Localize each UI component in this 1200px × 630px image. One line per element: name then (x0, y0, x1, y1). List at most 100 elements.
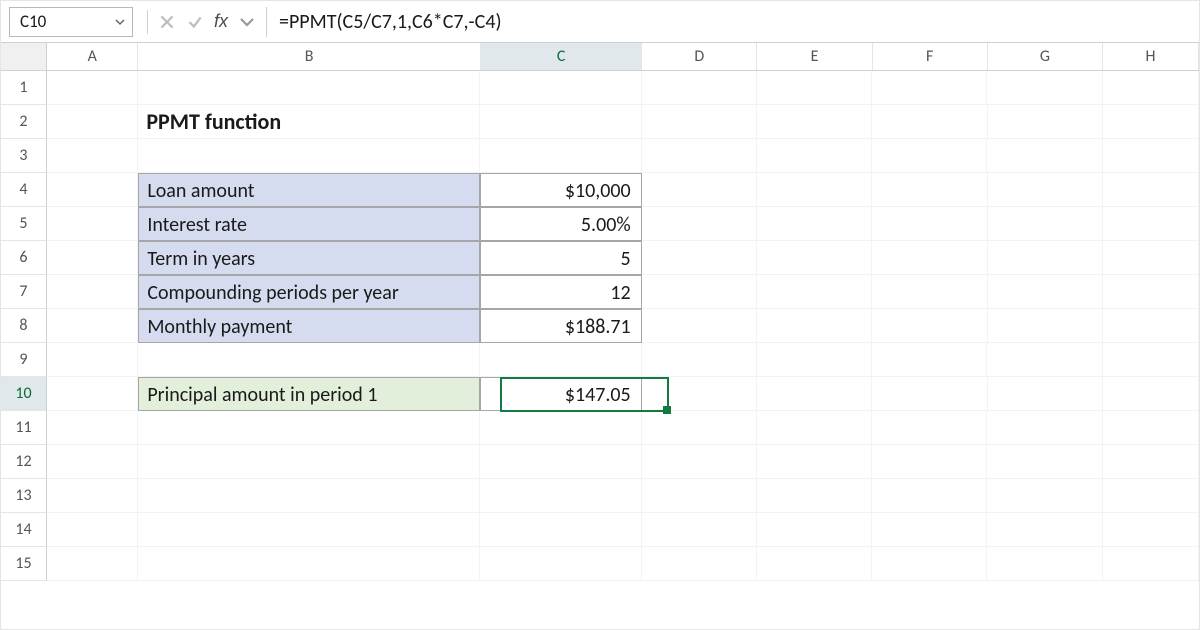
cell[interactable] (642, 377, 757, 411)
cell[interactable] (642, 105, 757, 139)
cell[interactable] (642, 343, 757, 377)
cell[interactable] (138, 547, 480, 581)
cell[interactable] (988, 105, 1103, 139)
cell[interactable] (757, 71, 872, 105)
cell[interactable] (1103, 411, 1199, 445)
cell[interactable] (47, 309, 138, 343)
column-header[interactable]: E (757, 43, 872, 70)
cell[interactable] (987, 513, 1102, 547)
cell[interactable] (138, 479, 480, 513)
row-header[interactable]: 2 (1, 105, 47, 139)
cell[interactable] (872, 343, 987, 377)
cell[interactable] (138, 139, 480, 173)
cell[interactable] (872, 173, 987, 207)
cell[interactable] (480, 343, 641, 377)
name-box[interactable]: C10 (9, 7, 133, 37)
cell[interactable] (872, 445, 987, 479)
cell[interactable] (138, 411, 480, 445)
cell[interactable] (1103, 139, 1199, 173)
table-value[interactable]: 5 (480, 241, 641, 275)
cell[interactable] (757, 241, 872, 275)
cell[interactable] (988, 241, 1103, 275)
cell[interactable] (987, 139, 1102, 173)
cell[interactable] (988, 275, 1103, 309)
row-header[interactable]: 12 (1, 445, 47, 479)
cell[interactable] (872, 547, 987, 581)
cell[interactable] (642, 445, 757, 479)
cell[interactable] (138, 513, 480, 547)
cell[interactable] (757, 105, 872, 139)
cell[interactable] (47, 173, 138, 207)
cell[interactable] (987, 343, 1102, 377)
cell[interactable] (872, 275, 987, 309)
cell[interactable] (872, 513, 987, 547)
row-header[interactable]: 8 (1, 309, 47, 343)
row-header[interactable]: 10 (1, 377, 47, 411)
cell[interactable] (47, 207, 138, 241)
cell[interactable] (642, 275, 757, 309)
cell[interactable] (988, 309, 1103, 343)
cell[interactable] (872, 207, 987, 241)
cell[interactable] (757, 547, 872, 581)
cell[interactable] (642, 411, 757, 445)
row-header[interactable]: 9 (1, 343, 47, 377)
cell[interactable] (988, 207, 1103, 241)
cell[interactable] (1103, 309, 1199, 343)
column-header[interactable]: A (47, 43, 138, 70)
cell[interactable] (47, 71, 138, 105)
cell[interactable] (872, 479, 987, 513)
row-header[interactable]: 6 (1, 241, 47, 275)
cancel-icon[interactable] (158, 13, 176, 31)
cell[interactable] (872, 309, 987, 343)
cell[interactable] (872, 241, 987, 275)
cell[interactable] (480, 139, 641, 173)
cell[interactable] (872, 411, 987, 445)
column-header[interactable]: B (138, 43, 481, 70)
cell[interactable] (1103, 445, 1199, 479)
row-header[interactable]: 7 (1, 275, 47, 309)
cell[interactable] (47, 445, 138, 479)
cell[interactable] (47, 377, 138, 411)
table-label[interactable]: Term in years (138, 241, 480, 275)
column-header[interactable]: H (1103, 43, 1199, 70)
cell[interactable] (1103, 105, 1199, 139)
cell[interactable] (1103, 513, 1199, 547)
cell[interactable] (642, 71, 757, 105)
row-header[interactable]: 15 (1, 547, 47, 581)
table-value[interactable]: $10,000 (480, 173, 641, 207)
result-value[interactable]: $147.05 (480, 377, 641, 411)
cell[interactable] (757, 207, 872, 241)
cell[interactable] (47, 479, 138, 513)
table-value[interactable]: 12 (480, 275, 641, 309)
cell[interactable] (757, 343, 872, 377)
chevron-down-icon[interactable] (114, 16, 126, 28)
cell[interactable] (480, 105, 641, 139)
cell[interactable] (757, 173, 872, 207)
cell[interactable] (480, 479, 641, 513)
cell[interactable] (757, 139, 872, 173)
column-header[interactable]: G (988, 43, 1103, 70)
column-header[interactable]: D (642, 43, 757, 70)
cell[interactable] (47, 241, 138, 275)
cell[interactable] (642, 479, 757, 513)
table-value[interactable]: 5.00% (480, 207, 641, 241)
cell[interactable] (757, 275, 872, 309)
cell[interactable] (47, 411, 138, 445)
cell[interactable] (987, 411, 1102, 445)
cell[interactable] (642, 241, 757, 275)
cell[interactable] (1103, 479, 1199, 513)
row-header[interactable]: 13 (1, 479, 47, 513)
cell[interactable] (138, 445, 480, 479)
row-header[interactable]: 1 (1, 71, 47, 105)
cell[interactable] (642, 309, 757, 343)
cell[interactable] (47, 547, 138, 581)
select-all-corner[interactable] (1, 43, 47, 70)
cell[interactable] (480, 71, 641, 105)
cell[interactable] (1103, 71, 1199, 105)
cell[interactable] (1103, 377, 1199, 411)
column-header[interactable]: C (481, 43, 642, 70)
table-label[interactable]: Loan amount (138, 173, 480, 207)
row-header[interactable]: 5 (1, 207, 47, 241)
cell[interactable] (987, 71, 1102, 105)
cell[interactable] (988, 377, 1103, 411)
